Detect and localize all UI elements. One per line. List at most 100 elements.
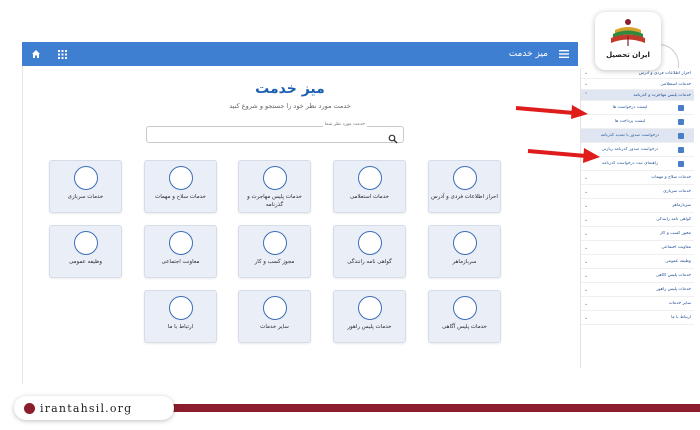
service-card-label: خدمات پلیس مهاجرت و گذرنامه	[247, 194, 302, 208]
sidebar-item-label: درخواست صدور یا تمدید گذرنامه	[600, 133, 660, 138]
hamburger-icon[interactable]	[558, 48, 570, 60]
sidebar-item-label: خدمات سربازی	[663, 189, 691, 194]
red-arrow-icon	[515, 105, 588, 119]
chevron-down-icon: ⌄	[584, 216, 589, 223]
page-subtitle: خدمت مورد نظر خود را جستجو و شروع کنید	[229, 102, 351, 110]
sidebar-item[interactable]: ⌄ خدمات استعلامی	[581, 79, 694, 90]
sidebar-subitem-passport-request[interactable]: درخواست صدور یا تمدید گذرنامه	[581, 129, 694, 143]
sidebar-item[interactable]: ⌄ گواهی نامه رانندگی	[581, 213, 694, 227]
red-arrow-icon	[527, 148, 600, 163]
home-icon[interactable]	[30, 48, 42, 60]
sidebar-item-label: معاونت اجتماعی	[661, 245, 691, 250]
chevron-down-icon: ⌄	[584, 300, 589, 307]
chevron-down-icon: ⌄	[584, 258, 589, 265]
page-title: میز خدمت	[255, 81, 325, 97]
service-icon	[358, 166, 382, 190]
service-card-label: سایر خدمات	[260, 324, 289, 330]
service-card-label: خدمات پلیس آگاهی	[442, 324, 487, 330]
sidebar-item[interactable]: ⌄ سربازماهر	[581, 199, 694, 213]
service-card-label: خدمات سربازی	[67, 194, 104, 200]
service-card[interactable]: وظیفه عمومی	[49, 225, 122, 278]
sidebar-item[interactable]: ⌄ وظیفه عمومی	[581, 255, 694, 269]
footer-bar	[160, 404, 700, 412]
sidebar-item-label: خدمات پلیس راهور	[656, 287, 691, 292]
grid-icon[interactable]	[56, 48, 68, 60]
sidebar-item[interactable]: ⌄ خدمات سربازی	[581, 185, 694, 199]
brand-logo: ایران تحصیل	[595, 12, 661, 70]
page: میز خدمت میز خدمت خدمت مورد نظر خود را ج…	[0, 0, 700, 430]
sidebar-item-label: خدمات سلاح و مهمات	[651, 175, 691, 180]
service-card-label: خدمات پلیس راهور	[347, 324, 392, 330]
service-card[interactable]: سایر خدمات	[238, 290, 311, 343]
service-icon	[263, 296, 287, 320]
chevron-down-icon: ⌄	[584, 188, 589, 195]
service-card[interactable]: ارتباط با ما	[144, 290, 217, 343]
search-icon[interactable]	[388, 129, 399, 144]
service-card[interactable]: خدمات سلاح و مهمات	[144, 160, 217, 213]
sidebar: ⌄ احراز اطلاعات فردی و آدرس ⌄ خدمات استع…	[580, 44, 695, 368]
sidebar-item-label: لیست پرداخت ها	[614, 119, 646, 124]
sidebar-item-label: گواهی نامه رانندگی	[656, 217, 691, 222]
logo-text: ایران تحصیل	[606, 51, 650, 59]
sidebar-subitem[interactable]: لیست پرداخت ها	[581, 115, 694, 129]
sidebar-item-label: خدمات پلیس آگاهی	[655, 273, 691, 278]
sidebar-item[interactable]: ⌄ معاونت اجتماعی	[581, 241, 694, 255]
sidebar-item-label: مجوز کسب و کار	[659, 231, 691, 236]
service-card[interactable]: احراز اطلاعات فردی و آدرس	[428, 160, 501, 213]
sidebar-item[interactable]: ⌄ مجوز کسب و کار	[581, 227, 694, 241]
service-card[interactable]: خدمات پلیس آگاهی	[428, 290, 501, 343]
chevron-down-icon: ⌄	[584, 81, 589, 87]
globe-icon	[24, 402, 35, 414]
sidebar-item-label: ارتباط با ما	[671, 315, 691, 320]
sidebar-item-label: وظیفه عمومی	[665, 259, 691, 264]
service-icon	[169, 296, 193, 320]
service-icon	[263, 166, 287, 190]
help-icon	[677, 160, 684, 167]
sidebar-item[interactable]: ⌄ خدمات پلیس راهور	[581, 283, 694, 297]
service-card[interactable]: گواهی نامه رانندگی	[333, 225, 406, 278]
service-card[interactable]: خدمات سربازی	[49, 160, 122, 213]
service-icon	[169, 166, 193, 190]
header-title: میز خدمت	[508, 49, 548, 59]
footer-url: irantahsil.org	[40, 401, 133, 415]
sidebar-item-label: احراز اطلاعات فردی و آدرس	[638, 70, 691, 76]
service-card[interactable]: خدمات استعلامی	[333, 160, 406, 213]
chevron-down-icon: ⌄	[584, 244, 589, 251]
sidebar-item-label: لیست درخواست ها	[612, 105, 648, 110]
service-card[interactable]: معاونت اجتماعی	[144, 225, 217, 278]
sidebar-item-label: درخواست صدور گذرنامه زیارتی	[601, 147, 659, 152]
sidebar-item-label: سربازماهر	[672, 203, 691, 208]
chevron-down-icon: ⌄	[584, 230, 589, 237]
service-card[interactable]: خدمات پلیس مهاجرت و گذرنامه	[238, 160, 311, 213]
service-card[interactable]: سربازماهر	[428, 225, 501, 278]
service-card-label: خدمات سلاح و مهمات	[155, 194, 206, 200]
service-icon	[263, 231, 287, 255]
service-card-label: مجوز کسب و کار	[254, 259, 295, 265]
service-card-label: گواهی نامه رانندگی	[347, 259, 392, 265]
user-icon	[677, 146, 684, 153]
search-label: خدمت مورد نظر شما	[322, 122, 367, 127]
sidebar-item[interactable]: ⌄ خدمات پلیس آگاهی	[581, 269, 694, 283]
service-icon	[74, 231, 98, 255]
service-card[interactable]: مجوز کسب و کار	[238, 225, 311, 278]
chevron-down-icon: ⌄	[584, 272, 589, 279]
search-input[interactable]: خدمت مورد نظر شما	[146, 122, 404, 144]
sidebar-item-passport[interactable]: ⌃ خدمات پلیس مهاجرت و گذرنامه	[581, 90, 694, 101]
service-icon	[453, 296, 477, 320]
top-header-bar: میز خدمت	[22, 42, 578, 66]
service-card-label: ارتباط با ما	[167, 324, 194, 330]
service-icon	[358, 296, 382, 320]
book-icon	[611, 19, 645, 46]
chevron-down-icon: ⌄	[584, 174, 589, 181]
sidebar-item[interactable]: ⌄ سایر خدمات	[581, 297, 694, 311]
service-card-label: وظیفه عمومی	[68, 259, 102, 265]
service-card[interactable]: خدمات پلیس راهور	[333, 290, 406, 343]
chevron-down-icon: ⌄	[584, 202, 589, 209]
service-card-label: خدمات استعلامی	[349, 194, 390, 200]
sidebar-item[interactable]: ⌄ خدمات سلاح و مهمات	[581, 171, 694, 185]
sidebar-item[interactable]: ⌄ ارتباط با ما	[581, 311, 694, 325]
payment-icon	[677, 118, 684, 125]
sidebar-subitem[interactable]: لیست درخواست ها	[581, 101, 694, 115]
footer-url-badge[interactable]: irantahsil.org	[14, 396, 174, 420]
service-card-label: سربازماهر	[452, 259, 477, 265]
